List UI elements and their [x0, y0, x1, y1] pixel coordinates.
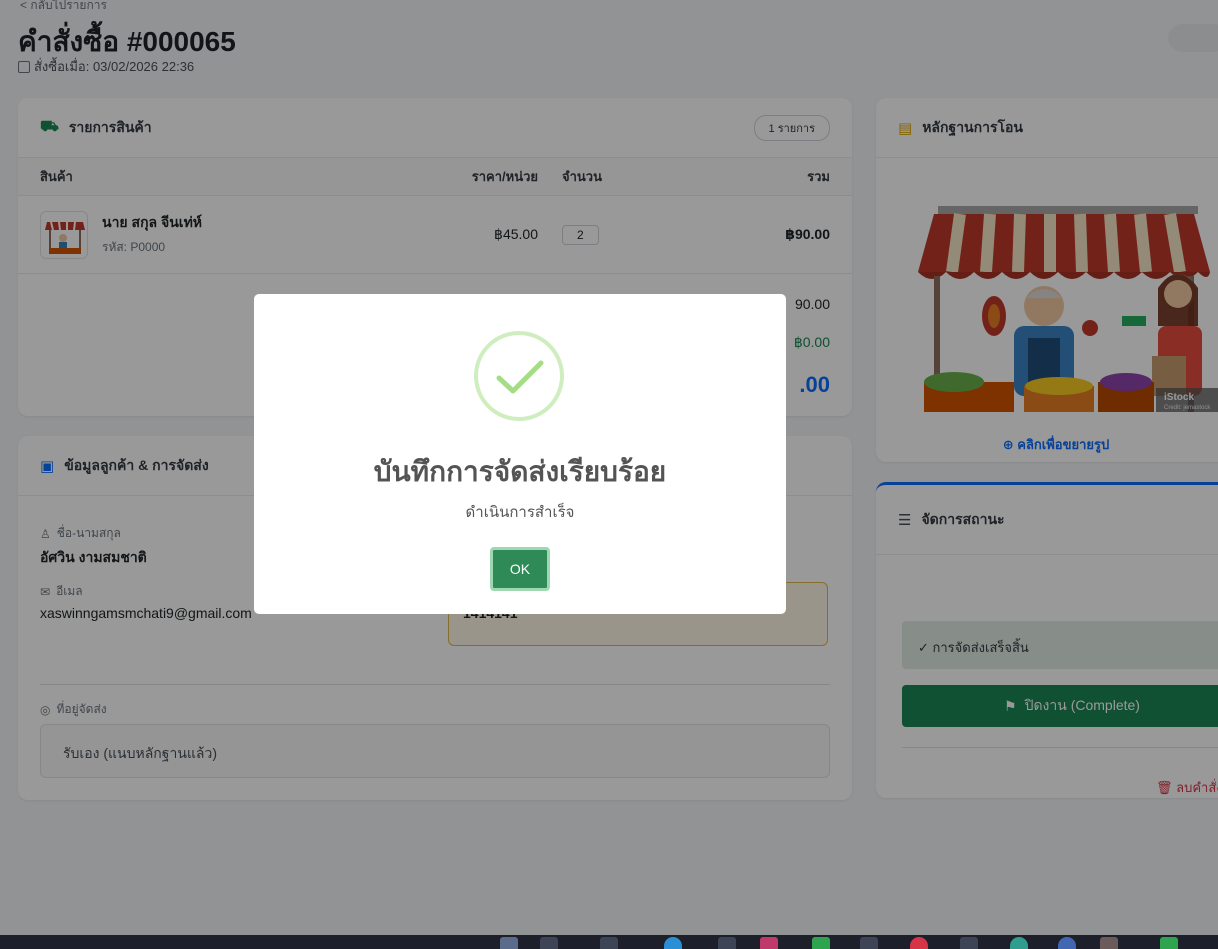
os-taskbar: [0, 935, 1218, 949]
taskbar-app-icon[interactable]: [1160, 937, 1178, 949]
taskbar-app-icon[interactable]: [540, 937, 558, 949]
taskbar-app-icon[interactable]: [760, 937, 778, 949]
taskbar-app-icon[interactable]: [600, 937, 618, 949]
taskbar-app-icon[interactable]: [860, 937, 878, 949]
success-check-icon: [474, 331, 564, 421]
taskbar-app-icon[interactable]: [718, 937, 736, 949]
taskbar-app-icon[interactable]: [1058, 937, 1076, 949]
success-dialog: บันทึกการจัดส่งเรียบร้อย ดำเนินการสำเร็จ…: [254, 294, 786, 614]
taskbar-app-icon[interactable]: [960, 937, 978, 949]
taskbar-app-icon[interactable]: [500, 937, 518, 949]
dialog-message: ดำเนินการสำเร็จ: [465, 504, 575, 521]
taskbar-app-icon[interactable]: [1010, 937, 1028, 949]
dialog-title: บันทึกการจัดส่งเรียบร้อย: [373, 456, 667, 487]
ok-button[interactable]: OK: [490, 547, 550, 591]
taskbar-app-icon[interactable]: [812, 937, 830, 949]
taskbar-app-icon[interactable]: [910, 937, 928, 949]
taskbar-app-icon[interactable]: [664, 937, 682, 949]
taskbar-app-icon[interactable]: [1100, 937, 1118, 949]
